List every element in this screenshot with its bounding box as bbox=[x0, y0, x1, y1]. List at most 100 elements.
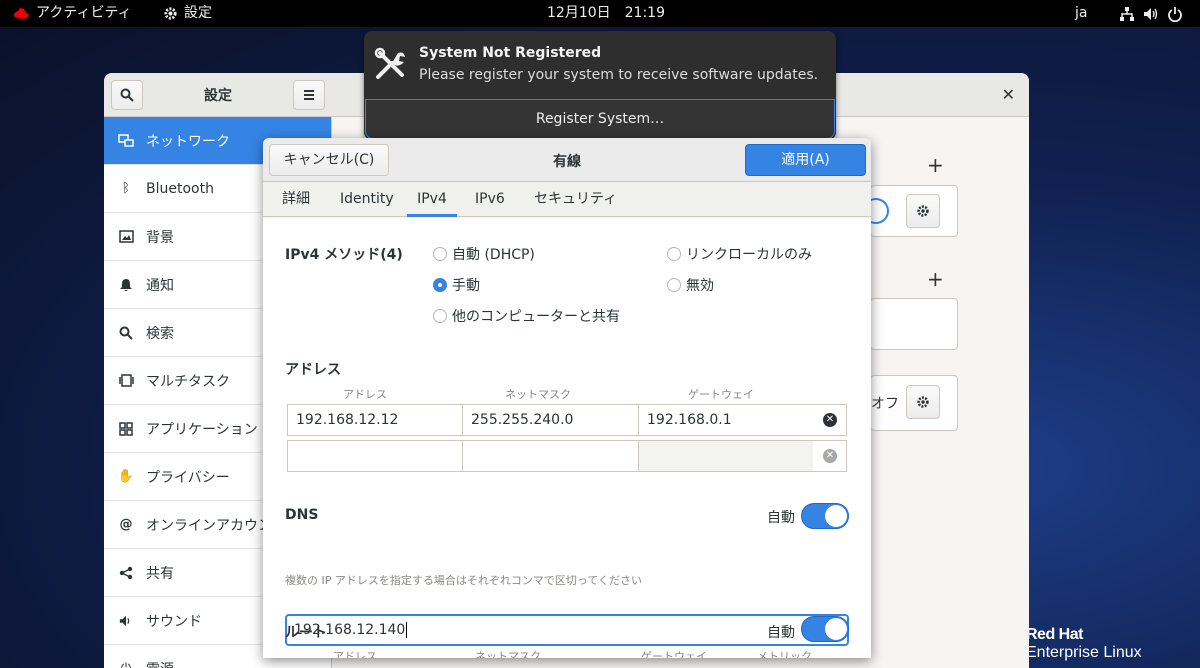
method-shared-label: 他のコンピューターと共有 bbox=[452, 309, 620, 325]
dialog-tabs: 詳細 Identity IPv4 IPv6 セキュリティ bbox=[263, 182, 871, 217]
route-col-metric: メトリック bbox=[757, 650, 812, 658]
route-label: ルート bbox=[285, 625, 327, 641]
apply-button[interactable]: 適用(A) bbox=[745, 144, 866, 176]
bell-icon bbox=[118, 277, 134, 293]
dns-input[interactable]: 192.168.12.140 bbox=[285, 614, 849, 646]
radio-circle bbox=[667, 247, 681, 261]
close-icon[interactable]: ✕ bbox=[1002, 85, 1015, 104]
ipv4-method-label: IPv4 メソッド(4) bbox=[285, 247, 403, 263]
hamburger-icon bbox=[304, 90, 314, 100]
network-icon bbox=[118, 133, 134, 149]
tab-details[interactable]: 詳細 bbox=[282, 182, 310, 217]
sidebar-item-label: サウンド bbox=[146, 613, 202, 630]
address-section-label: アドレス bbox=[285, 362, 341, 378]
method-dhcp-label: 自動 (DHCP) bbox=[452, 247, 535, 263]
route-col-gateway: ゲートウェイ bbox=[641, 650, 707, 658]
netmask-field[interactable]: 255.255.240.0 bbox=[462, 404, 639, 436]
app-menu[interactable]: 設定 bbox=[163, 0, 212, 27]
radio-circle bbox=[433, 309, 447, 323]
method-manual-label: 手動 bbox=[452, 278, 480, 294]
notification-banner: System Not Registered Please register yo… bbox=[364, 31, 836, 140]
method-disabled-radio[interactable]: 無効 bbox=[667, 275, 714, 295]
sidebar-item-label: Bluetooth bbox=[146, 180, 214, 197]
gateway-field[interactable] bbox=[638, 440, 814, 472]
settings-title: 設定 bbox=[204, 88, 232, 104]
address-field[interactable]: 192.168.12.12 bbox=[287, 404, 463, 436]
power-icon: ⏻ bbox=[118, 661, 134, 668]
method-dhcp-radio[interactable]: 自動 (DHCP) bbox=[433, 244, 535, 264]
cancel-button[interactable]: キャンセル(C) bbox=[269, 144, 389, 176]
add-connection-icon[interactable]: + bbox=[927, 153, 944, 177]
netmask-field[interactable] bbox=[462, 440, 639, 472]
method-link-local-radio[interactable]: リンクローカルのみ bbox=[667, 244, 812, 264]
radio-circle bbox=[433, 247, 447, 261]
share-icon bbox=[118, 565, 134, 581]
proxy-settings-button[interactable] bbox=[906, 385, 940, 419]
sidebar-item-label: 検索 bbox=[146, 325, 174, 342]
address-field[interactable] bbox=[287, 440, 463, 472]
sidebar-item-label: ネットワーク bbox=[146, 133, 230, 150]
tools-icon bbox=[374, 47, 405, 79]
delete-address-icon[interactable]: ✕ bbox=[823, 413, 837, 427]
at-icon: @ bbox=[119, 517, 133, 532]
top-bar: アクティビティ 設定 12月10日 21:19 ja bbox=[0, 0, 1200, 27]
route-col-netmask: ネットマスク bbox=[475, 650, 541, 658]
tab-security[interactable]: セキュリティ bbox=[534, 182, 617, 217]
power-icon bbox=[1166, 5, 1184, 23]
wired-settings-button[interactable] bbox=[906, 194, 940, 228]
text-caret bbox=[406, 622, 408, 638]
search-icon bbox=[118, 325, 134, 341]
add-vpn-icon[interactable]: + bbox=[927, 267, 944, 291]
gear-icon bbox=[917, 396, 929, 408]
sidebar-item-label: 電源 bbox=[146, 659, 174, 668]
col-gateway: ゲートウェイ bbox=[688, 388, 754, 401]
sidebar-item-label: アプリケーション bbox=[146, 421, 258, 438]
bluetooth-icon: ᛒ bbox=[122, 181, 130, 196]
gateway-field[interactable]: 192.168.0.1 bbox=[638, 404, 814, 436]
input-method-label: ja bbox=[1075, 5, 1088, 21]
register-system-button[interactable]: Register System… bbox=[365, 99, 835, 139]
method-shared-radio[interactable]: 他のコンピューターと共有 bbox=[433, 306, 620, 326]
method-disabled-label: 無効 bbox=[686, 278, 714, 294]
tab-ipv4[interactable]: IPv4 bbox=[407, 182, 457, 217]
route-auto-switch[interactable] bbox=[801, 616, 849, 642]
menu-button[interactable] bbox=[293, 80, 325, 110]
gear-icon bbox=[164, 7, 177, 20]
redhat-logo-icon bbox=[14, 7, 29, 19]
method-manual-radio[interactable]: 手動 bbox=[433, 275, 480, 295]
background-icon bbox=[118, 229, 134, 245]
search-button[interactable] bbox=[111, 80, 143, 110]
sidebar-item-label: 背景 bbox=[146, 229, 174, 246]
delete-address-icon: ✕ bbox=[823, 449, 837, 463]
notification-title: System Not Registered bbox=[419, 45, 602, 61]
tab-identity[interactable]: Identity bbox=[340, 182, 394, 217]
dns-hint: 複数の IP アドレスを指定する場合はそれぞれコンマで区切ってください bbox=[285, 574, 642, 587]
dns-auto-switch[interactable] bbox=[801, 503, 849, 529]
col-netmask: ネットマスク bbox=[505, 388, 571, 401]
sidebar-item-label: 通知 bbox=[146, 277, 174, 294]
brand-line1: Red Hat bbox=[1026, 626, 1083, 643]
radio-circle bbox=[667, 278, 681, 292]
input-method-indicator[interactable]: ja bbox=[1075, 0, 1087, 27]
radio-circle-selected bbox=[433, 278, 447, 292]
multitask-icon bbox=[118, 373, 134, 389]
volume-icon bbox=[1142, 5, 1160, 23]
tab-ipv6[interactable]: IPv6 bbox=[475, 182, 505, 217]
sidebar-item-label: 共有 bbox=[146, 565, 174, 582]
wired-connection-dialog: キャンセル(C) 有線 適用(A) 詳細 Identity IPv4 IPv6 … bbox=[263, 138, 871, 658]
sidebar-item-label: マルチタスク bbox=[146, 373, 230, 390]
hand-icon: ✋ bbox=[117, 469, 135, 484]
activities-label: アクティビティ bbox=[36, 5, 132, 21]
redhat-brand: Red Hat Enterprise Linux bbox=[1026, 626, 1142, 662]
system-menu[interactable] bbox=[1118, 0, 1184, 27]
apps-icon bbox=[118, 421, 134, 437]
proxy-status: オフ bbox=[871, 396, 899, 412]
route-auto-label: 自動 bbox=[767, 625, 795, 641]
clock[interactable]: 12月10日 21:19 bbox=[547, 0, 665, 27]
clock-label: 12月10日 21:19 bbox=[547, 5, 665, 21]
ipv4-settings: IPv4 メソッド(4) 自動 (DHCP) リンクローカルのみ 手動 無効 他… bbox=[263, 218, 871, 658]
app-menu-label: 設定 bbox=[184, 5, 212, 21]
dialog-headerbar: キャンセル(C) 有線 適用(A) bbox=[263, 138, 871, 182]
sidebar-item-label: プライバシー bbox=[146, 469, 230, 486]
activities-button[interactable]: アクティビティ bbox=[12, 0, 132, 27]
